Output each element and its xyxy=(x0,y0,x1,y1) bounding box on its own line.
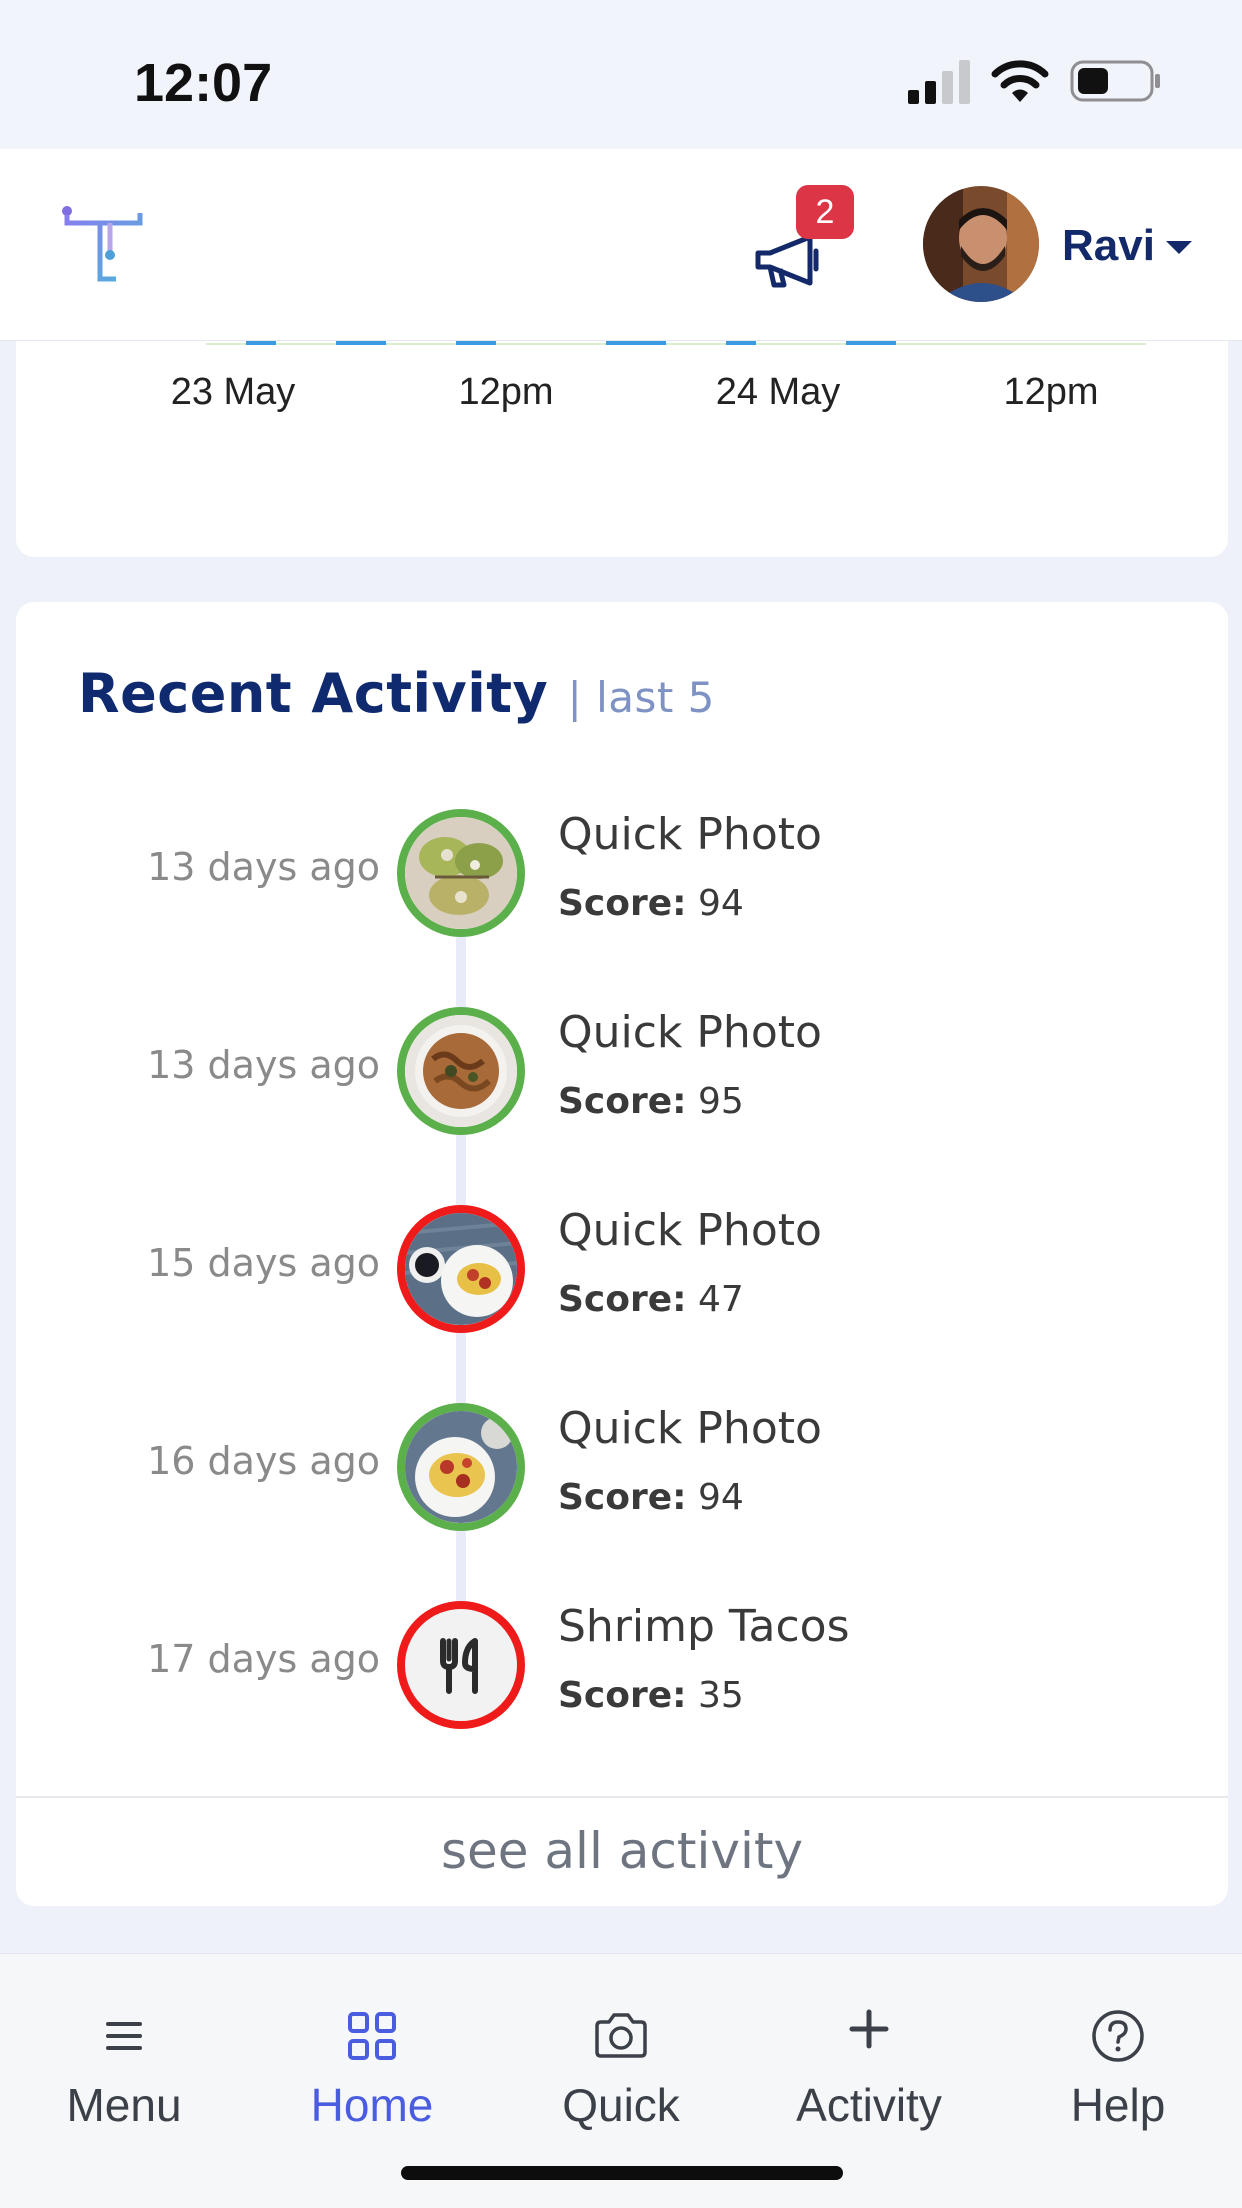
food-photo-thumbnail[interactable] xyxy=(397,1205,525,1333)
tacos-photo xyxy=(405,817,517,929)
app-logo[interactable] xyxy=(60,203,146,289)
hamburger-icon xyxy=(106,2022,142,2050)
notification-badge[interactable]: 2 xyxy=(796,185,854,239)
activity-item[interactable]: 13 days ago Quick Photo Score: 95 xyxy=(16,1005,1228,1145)
activity-title: Quick Photo xyxy=(558,1205,822,1256)
recent-activity-heading: Recent Activity | last 5 xyxy=(78,662,715,725)
activity-title: Quick Photo xyxy=(558,1403,822,1454)
food-photo-thumbnail[interactable] xyxy=(397,1007,525,1135)
tab-label: Quick xyxy=(562,2079,680,2131)
divider xyxy=(16,1796,1228,1798)
food-photo-thumbnail[interactable] xyxy=(397,1403,525,1531)
camera-icon xyxy=(595,2013,647,2058)
user-name[interactable]: Ravi xyxy=(1062,221,1155,271)
tab-label: Help xyxy=(1070,2079,1166,2131)
cellular-signal-icon xyxy=(908,60,970,104)
tab-home[interactable]: Home xyxy=(248,1954,496,2134)
activity-item[interactable]: 16 days ago Quick Photo Score: 94 xyxy=(16,1401,1228,1541)
megaphone-icon[interactable] xyxy=(752,233,828,289)
tab-quick[interactable]: Quick xyxy=(497,1954,745,2134)
plus-icon xyxy=(849,2009,889,2049)
score-value: 35 xyxy=(698,1675,744,1716)
meal-entry-thumbnail[interactable] xyxy=(397,1601,525,1729)
x-tick-label: 12pm xyxy=(1003,371,1099,413)
score-value: 95 xyxy=(698,1081,744,1122)
pasta-photo xyxy=(405,1015,517,1127)
battery-icon xyxy=(1070,60,1160,102)
score-label: Score: xyxy=(558,883,687,924)
x-tick-label: 23 May xyxy=(170,371,296,413)
activity-score: Score: 35 xyxy=(558,1675,744,1716)
status-time: 12:07 xyxy=(134,53,273,113)
activity-score: Score: 95 xyxy=(558,1081,744,1122)
activity-item[interactable]: 15 days ago Quick Photo Score: 47 xyxy=(16,1203,1228,1343)
recent-activity-subtitle: | last 5 xyxy=(567,673,715,722)
chevron-down-icon[interactable] xyxy=(1166,241,1192,254)
activity-time: 16 days ago xyxy=(147,1439,380,1483)
activity-item[interactable]: 17 days ago Shrimp Tacos Score: 35 xyxy=(16,1599,1228,1739)
tab-help[interactable]: Help xyxy=(994,1954,1242,2134)
recent-activity-title: Recent Activity xyxy=(78,662,549,725)
activity-time: 17 days ago xyxy=(147,1637,380,1681)
activity-time: 13 days ago xyxy=(147,845,380,889)
tab-label: Activity xyxy=(796,2079,942,2131)
avatar[interactable] xyxy=(923,186,1039,302)
tab-activity[interactable]: Activity xyxy=(745,1954,993,2134)
status-bar: 12:07 xyxy=(0,0,1242,149)
x-tick-label: 12pm xyxy=(458,371,554,413)
score-value: 94 xyxy=(698,1477,744,1518)
activity-item[interactable]: 13 days ago Quick Photo Score: 94 xyxy=(16,807,1228,947)
score-label: Score: xyxy=(558,1279,687,1320)
fork-knife-icon xyxy=(440,1638,478,1694)
activity-score: Score: 94 xyxy=(558,1477,744,1518)
activity-time: 15 days ago xyxy=(147,1241,380,1285)
activity-title: Shrimp Tacos xyxy=(558,1601,850,1652)
tab-menu[interactable]: Menu xyxy=(0,1954,248,2134)
score-value: 94 xyxy=(698,883,744,924)
activity-title: Quick Photo xyxy=(558,809,822,860)
wifi-icon xyxy=(991,60,1049,102)
tab-label: Home xyxy=(310,2079,434,2131)
activity-title: Quick Photo xyxy=(558,1007,822,1058)
breakfast-photo xyxy=(405,1213,517,1325)
activity-time: 13 days ago xyxy=(147,1043,380,1087)
activity-score: Score: 94 xyxy=(558,883,744,924)
x-tick-label: 24 May xyxy=(715,371,841,413)
food-photo-thumbnail[interactable] xyxy=(397,809,525,937)
chart-card: 23 May 12pm 24 May 12pm xyxy=(16,341,1228,557)
score-label: Score: xyxy=(558,1675,687,1716)
score-label: Score: xyxy=(558,1477,687,1518)
breakfast-photo xyxy=(405,1411,517,1523)
see-all-activity-link[interactable]: see all activity xyxy=(16,1822,1228,1880)
home-indicator xyxy=(401,2166,843,2180)
help-circle-icon xyxy=(1092,2010,1144,2062)
score-value: 47 xyxy=(698,1279,744,1320)
recent-activity-card: Recent Activity | last 5 13 days ago Qui… xyxy=(16,602,1228,1906)
score-label: Score: xyxy=(558,1081,687,1122)
app-header: 2 Ravi xyxy=(0,149,1242,341)
chart-plot-edge xyxy=(206,341,1146,345)
grid-icon xyxy=(348,2012,396,2060)
tab-label: Menu xyxy=(66,2079,182,2131)
activity-score: Score: 47 xyxy=(558,1279,744,1320)
